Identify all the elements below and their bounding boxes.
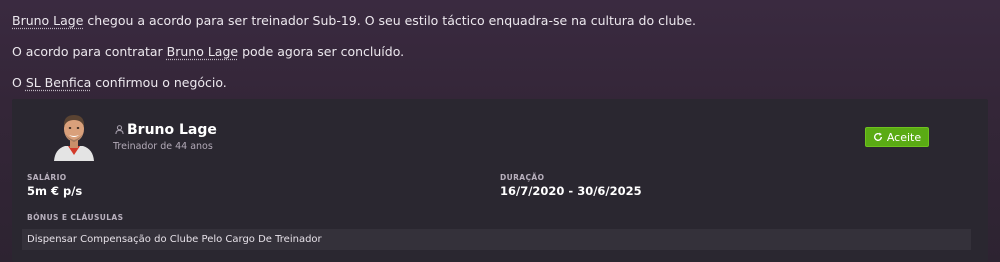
club-name-link[interactable]: SL Benfica	[26, 75, 91, 90]
contract-card: Bruno Lage Treinador de 44 anos Aceite S…	[12, 99, 988, 262]
news-line-conclude-post: pode agora ser concluído.	[238, 44, 405, 59]
news-line-confirmed-pre: O	[12, 75, 26, 90]
clause-text: Dispensar Compensação do Clube Pelo Carg…	[27, 234, 322, 245]
salary-value: 5m € p/s	[27, 184, 83, 198]
accept-label: Aceite	[886, 130, 922, 144]
news-line-agreement-text: chegou a acordo para ser treinador Sub-1…	[83, 13, 696, 28]
news-line-confirmed-post: confirmou o negócio.	[91, 75, 227, 90]
accept-button[interactable]: Aceite	[865, 127, 929, 147]
avatar[interactable]	[51, 109, 97, 161]
duration-value: 16/7/2020 - 30/6/2025	[500, 184, 642, 198]
clause-row: Dispensar Compensação do Clube Pelo Carg…	[22, 229, 971, 250]
news-line-agreement: Bruno Lage chegou a acordo para ser trei…	[12, 13, 696, 29]
coach-name-link-2[interactable]: Bruno Lage	[167, 44, 238, 59]
coach-name[interactable]: Bruno Lage	[127, 122, 217, 138]
duration-label: DURAÇÃO	[500, 173, 545, 182]
news-line-confirmed: O SL Benfica confirmou o negócio.	[12, 75, 227, 91]
coach-subtitle: Treinador de 44 anos	[113, 141, 213, 152]
refresh-icon	[873, 132, 883, 142]
news-line-conclude: O acordo para contratar Bruno Lage pode …	[12, 44, 404, 60]
salary-label: SALÁRIO	[27, 173, 67, 182]
coach-portrait-icon	[54, 115, 94, 161]
coach-name-link[interactable]: Bruno Lage	[12, 13, 83, 28]
person-icon	[115, 125, 124, 137]
bonus-clauses-label: BÓNUS E CLÁUSULAS	[27, 213, 124, 222]
news-line-conclude-pre: O acordo para contratar	[12, 44, 167, 59]
